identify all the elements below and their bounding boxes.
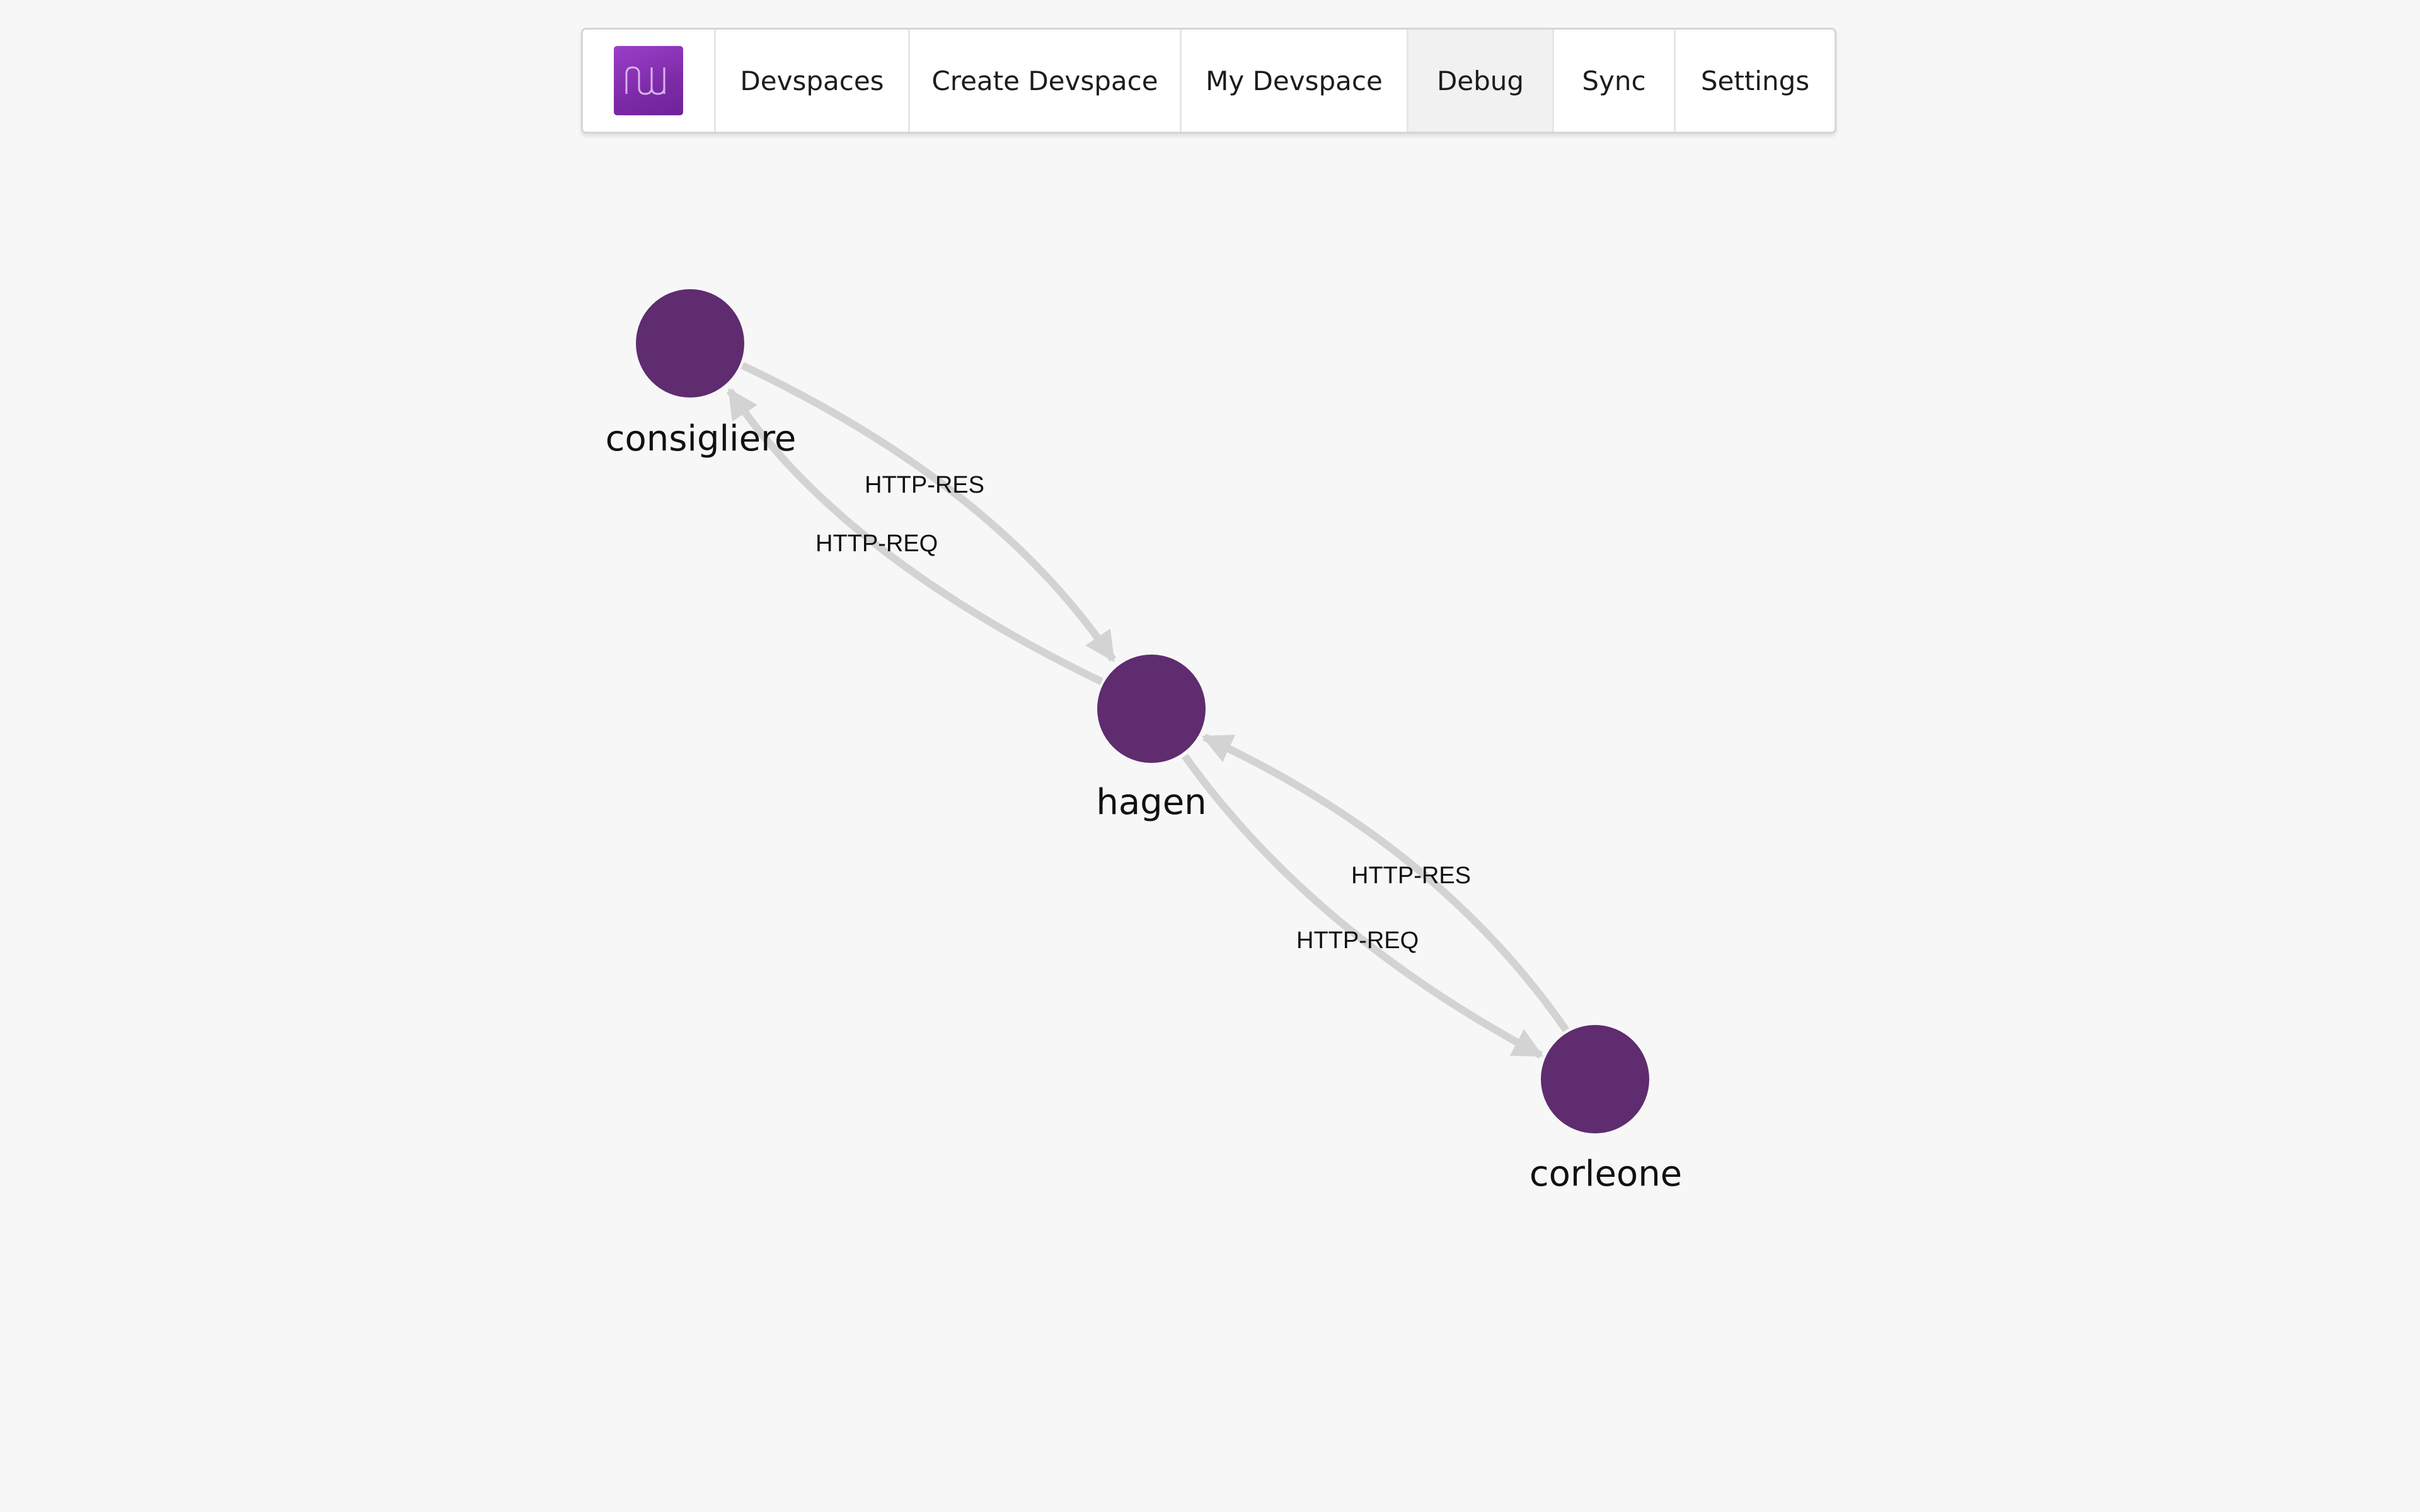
service-graph: HTTP-RES HTTP-REQ HTTP-RES HTTP-REQ cons…	[606, 289, 1682, 1194]
node-label: hagen	[1096, 782, 1206, 823]
edge-label: HTTP-RES	[1351, 862, 1471, 889]
node-label: consigliere	[606, 418, 797, 459]
edge-label: HTTP-RES	[865, 472, 984, 498]
node-label: corleone	[1530, 1154, 1682, 1194]
edge-label: HTTP-REQ	[815, 530, 938, 557]
node-corleone[interactable]: corleone	[1530, 1025, 1682, 1194]
node-hagen[interactable]: hagen	[1096, 655, 1207, 823]
edge-consigliere-to-hagen[interactable]	[740, 362, 1116, 662]
edge-label: HTTP-REQ	[1296, 927, 1419, 954]
edge-hagen-to-corleone[interactable]	[1182, 753, 1544, 1059]
